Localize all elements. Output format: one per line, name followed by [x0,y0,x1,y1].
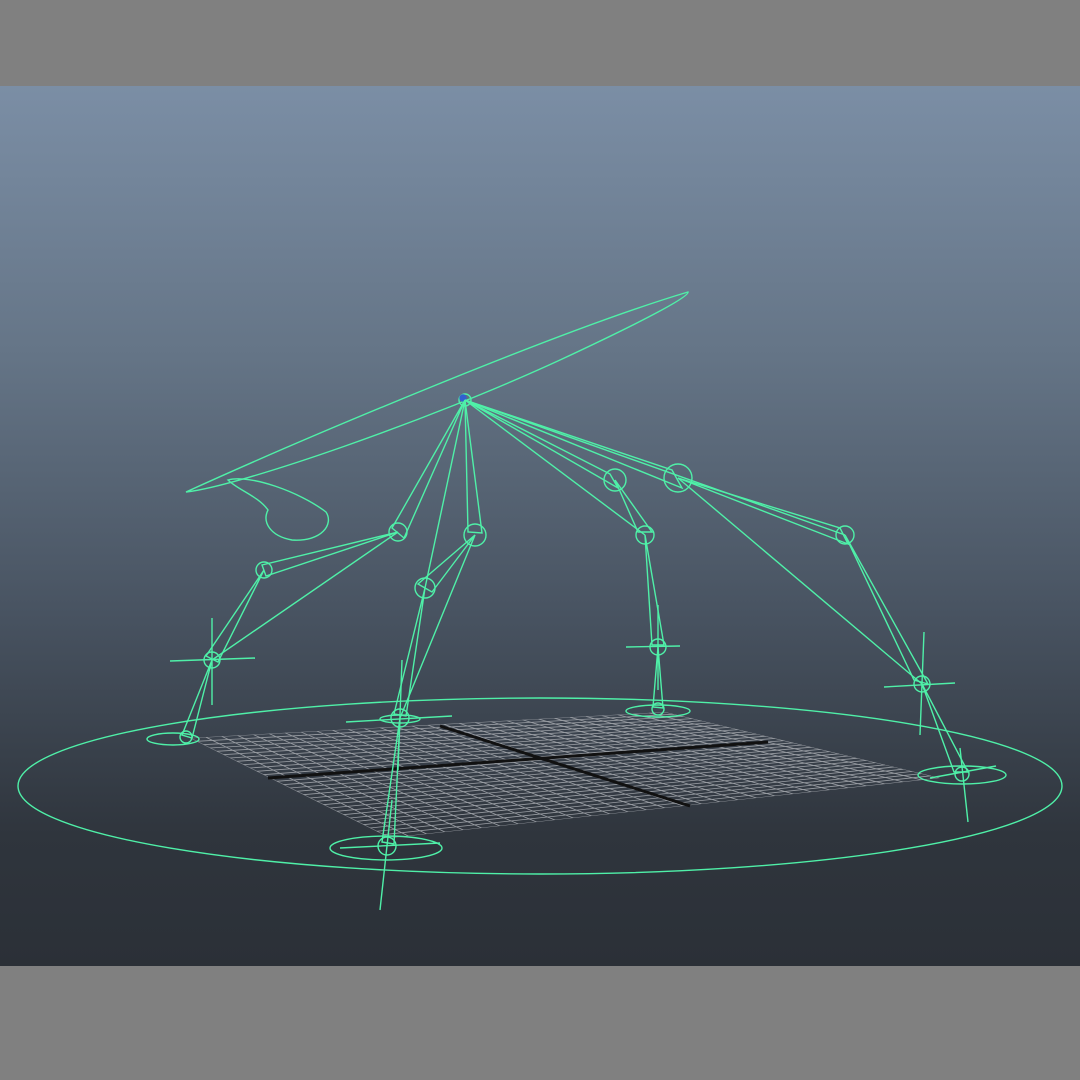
viewport-canvas[interactable] [0,86,1080,966]
leg-back[interactable] [465,400,680,715]
tail-control-curve[interactable] [228,479,328,540]
world-control-circle[interactable] [18,698,1062,874]
grid-line [369,771,913,829]
grid-line [376,773,922,832]
grid-line [383,775,931,836]
rig-controls[interactable] [18,292,1062,910]
screenshot-frame [0,0,1080,1080]
leg-front[interactable] [340,400,486,910]
3d-viewport[interactable] [0,86,1080,966]
leg-left[interactable] [170,400,465,743]
